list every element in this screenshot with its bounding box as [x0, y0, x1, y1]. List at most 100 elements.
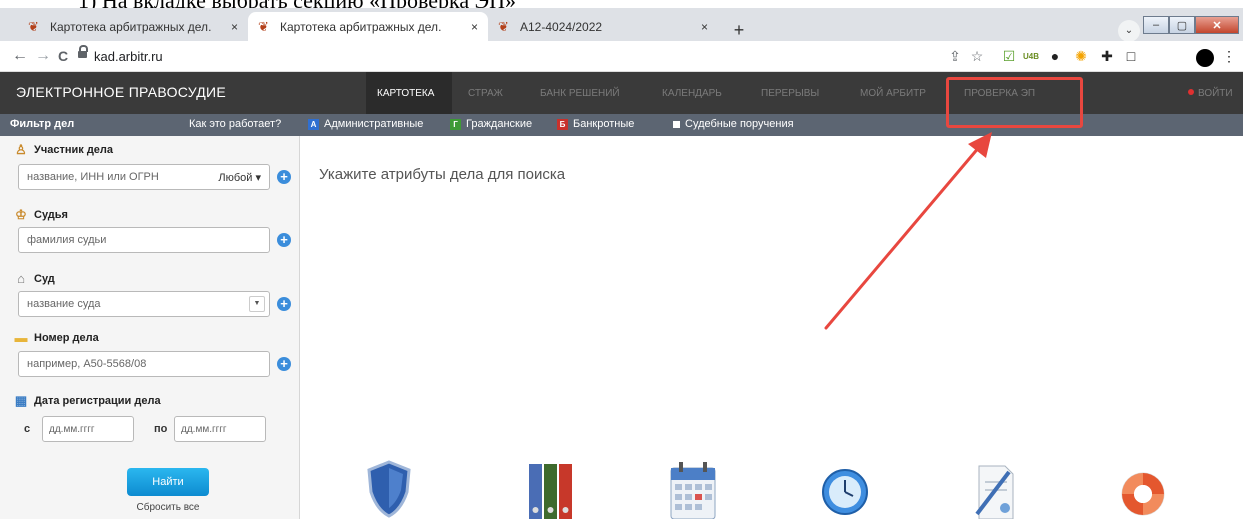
back-icon[interactable]: ← [12, 47, 28, 65]
nav-strazh[interactable]: СТРАЖ [468, 88, 503, 99]
browser-tab-strip: ❦ Картотека арбитражных дел. × ❦ Картоте… [0, 8, 1243, 42]
reg-date-label-text: Дата регистрации дела [34, 395, 161, 407]
extension-check-icon[interactable]: ☑ [1000, 48, 1018, 65]
nav-kartoteka[interactable]: КАРТОТЕКА [377, 88, 434, 99]
tab-title: Картотека арбитражных дел. [280, 19, 442, 34]
window-controls: – ▢ ✕ [1143, 16, 1239, 36]
how-it-works-link[interactable]: Как это работает? [189, 118, 281, 130]
nav-moy-arbitr[interactable]: МОЙ АРБИТР [860, 88, 926, 99]
participant-label: ♙ Участник дела [14, 143, 113, 157]
search-hint: Укажите атрибуты дела для поиска [319, 166, 566, 183]
add-participant-icon[interactable]: + [277, 170, 291, 184]
person-icon: ♙ [15, 142, 27, 157]
highlight-box [946, 77, 1083, 128]
shield-icon[interactable] [365, 458, 413, 519]
browser-tab-3[interactable]: ❦ А12-4024/2022 × [488, 12, 718, 41]
find-button[interactable]: Найти [127, 468, 209, 496]
category-civil[interactable]: Г Гражданские [450, 118, 532, 130]
forward-icon[interactable]: → [35, 47, 51, 65]
court-favicon-icon: ❦ [258, 18, 269, 34]
category-court-orders[interactable]: Судебные поручения [671, 118, 794, 130]
filter-sidebar: ♙ Участник дела название, ИНН или ОГРН Л… [0, 136, 300, 519]
binders-icon[interactable] [527, 458, 575, 519]
tab-close-icon[interactable]: × [231, 20, 238, 34]
judge-label: ♔ Судья [14, 208, 68, 222]
lifebuoy-icon[interactable] [1119, 458, 1167, 519]
login-label: ВОЙТИ [1198, 88, 1233, 99]
nav-pereryvy[interactable]: ПЕРЕРЫВЫ [761, 88, 819, 99]
login-link[interactable]: ВОЙТИ [1188, 88, 1233, 99]
minimize-button[interactable]: – [1143, 16, 1169, 34]
participant-placeholder: название, ИНН или ОГРН [27, 171, 159, 183]
court-placeholder: название суда [27, 298, 101, 310]
profile-avatar[interactable] [1196, 49, 1214, 67]
calendar-icon[interactable] [669, 458, 717, 519]
tab-close-icon[interactable]: × [701, 20, 708, 34]
address-bar[interactable]: kad.arbitr.ru [94, 49, 163, 64]
browser-toolbar: ← → C kad.arbitr.ru ⇪ ☆ ☑ U4B ● ✺ ✚ □ ⋮ [0, 41, 1243, 72]
judge-label-text: Судья [34, 209, 68, 221]
bookmark-star-icon[interactable]: ☆ [968, 48, 986, 65]
date-to-input[interactable]: дд.мм.гггг [174, 416, 266, 442]
menu-kebab-icon[interactable]: ⋮ [1220, 48, 1238, 65]
new-tab-button[interactable]: + [728, 20, 750, 42]
participant-label-text: Участник дела [34, 144, 114, 156]
signed-document-icon[interactable] [971, 458, 1019, 519]
participant-input[interactable]: название, ИНН или ОГРН Любой ▾ [18, 164, 270, 190]
browser-tab-1[interactable]: ❦ Картотека арбитражных дел. × [18, 12, 248, 41]
side-panel-icon[interactable]: □ [1122, 48, 1140, 64]
case-number-placeholder: например, А50-5568/08 [27, 358, 147, 370]
case-number-label-text: Номер дела [34, 332, 99, 344]
site-brand[interactable]: ЭЛЕКТРОННОЕ ПРАВОСУДИЕ [16, 84, 226, 100]
judge-icon: ♔ [15, 207, 27, 222]
case-number-input[interactable]: например, А50-5568/08 [18, 351, 270, 377]
extension-sun-icon[interactable]: ✺ [1072, 48, 1090, 65]
tab-close-icon[interactable]: × [471, 20, 478, 34]
nav-kalendar[interactable]: КАЛЕНДАРЬ [662, 88, 722, 99]
login-status-dot [1188, 89, 1194, 95]
add-judge-icon[interactable]: + [277, 233, 291, 247]
tab-title: Картотека арбитражных дел. [50, 19, 212, 34]
nav-bank-resheniy[interactable]: БАНК РЕШЕНИЙ [540, 88, 620, 99]
category-bankruptcy[interactable]: Б Банкротные [557, 118, 634, 130]
case-number-label: ▬ Номер дела [14, 331, 99, 345]
close-window-button[interactable]: ✕ [1195, 16, 1239, 34]
court-label-text: Суд [34, 273, 55, 285]
court-favicon-icon: ❦ [498, 18, 509, 34]
court-favicon-icon: ❦ [28, 18, 39, 34]
reg-date-row: с дд.мм.гггг по дд.мм.гггг [18, 416, 288, 442]
judge-input[interactable]: фамилия судьи [18, 227, 270, 253]
reset-all-link[interactable]: Сбросить все [128, 502, 208, 513]
category-administrative[interactable]: А Административные [308, 118, 423, 130]
maximize-button[interactable]: ▢ [1169, 16, 1195, 34]
chevron-down-icon[interactable]: ▼ [249, 296, 265, 312]
reg-date-label: ▦ Дата регистрации дела [14, 394, 161, 408]
clock-icon[interactable] [821, 458, 869, 519]
folder-icon: ▬ [14, 330, 28, 345]
participant-mode-select[interactable]: Любой ▾ [218, 171, 261, 184]
date-to-label: по [154, 423, 168, 435]
category-g-icon: Г [450, 118, 461, 130]
category-square-icon [673, 120, 680, 128]
add-case-number-icon[interactable]: + [277, 357, 291, 371]
share-icon[interactable]: ⇪ [946, 48, 964, 65]
extensions-puzzle-icon[interactable]: ✚ [1098, 48, 1116, 65]
main-content: Укажите атрибуты дела для поиска [301, 136, 1243, 519]
courthouse-icon: ⌂ [17, 271, 25, 286]
tab-search-dropdown-icon[interactable]: ⌄ [1118, 20, 1140, 42]
court-select[interactable]: название суда ▼ [18, 291, 270, 317]
category-label: Административные [324, 118, 424, 130]
filter-title: Фильтр дел [10, 118, 75, 130]
date-from-label: с [24, 423, 31, 435]
extension-glasses-icon[interactable]: ● [1046, 48, 1064, 64]
calendar-small-icon: ▦ [14, 393, 28, 408]
reload-icon[interactable]: C [58, 48, 68, 64]
lock-icon[interactable] [78, 45, 88, 59]
category-a-icon: А [308, 118, 319, 130]
browser-tab-2[interactable]: ❦ Картотека арбитражных дел. × [248, 12, 488, 41]
extension-badge-icon[interactable]: U4B [1022, 52, 1040, 61]
date-from-input[interactable]: дд.мм.гггг [42, 416, 134, 442]
tab-title: А12-4024/2022 [520, 19, 603, 34]
add-court-icon[interactable]: + [277, 297, 291, 311]
court-label: ⌂ Суд [14, 272, 55, 286]
